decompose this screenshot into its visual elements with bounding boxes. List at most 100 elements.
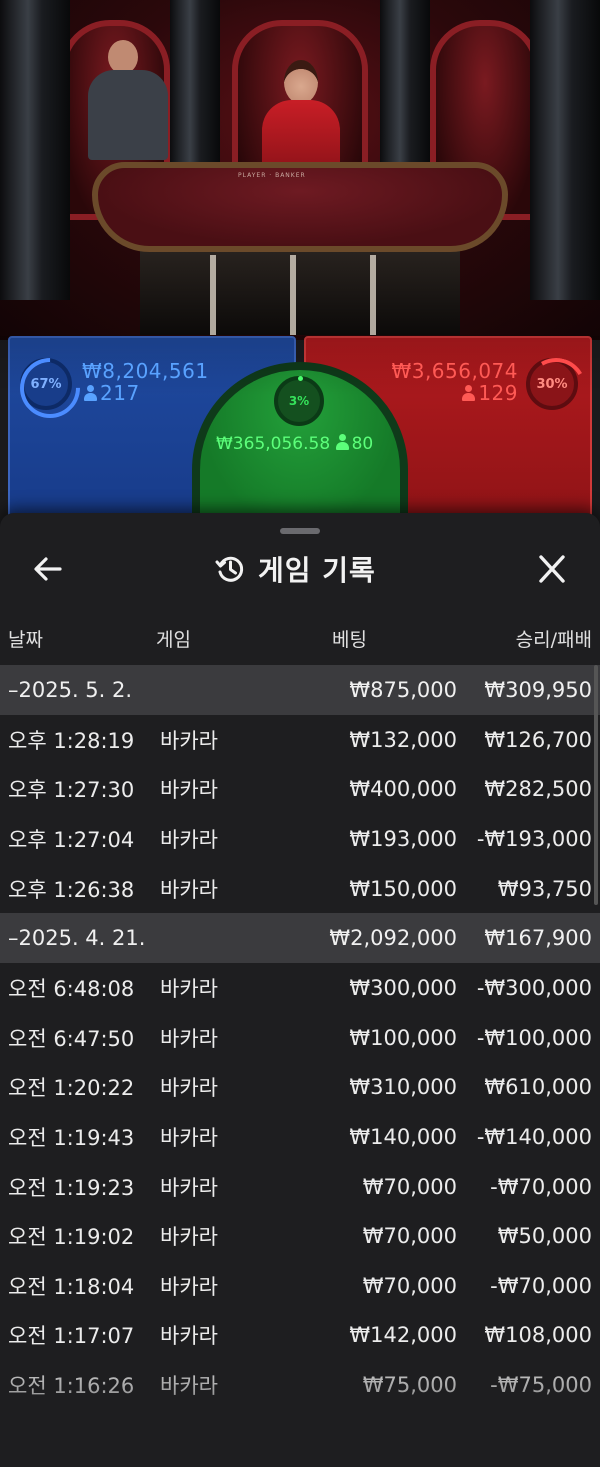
history-row[interactable]: 오전 1:20:22 바카라 ₩310,000 ₩610,000	[0, 1063, 600, 1113]
ring-indicator-dot	[298, 376, 303, 381]
row-game: 바카라	[160, 1175, 218, 1200]
sheet-drag-handle[interactable]	[280, 528, 320, 534]
group-date: –2025. 5. 2.	[8, 678, 133, 702]
row-bet: ₩193,000	[349, 826, 457, 851]
row-time: 오전 1:16:26	[8, 1373, 135, 1398]
arrow-left-icon	[34, 557, 62, 581]
player-bet-amount: ₩8,204,561	[82, 359, 209, 383]
history-row[interactable]: 오후 1:26:38 바카라 ₩150,000 ₩93,750	[0, 864, 600, 914]
person-icon	[462, 385, 476, 401]
row-time: 오전 6:48:08	[8, 977, 135, 1002]
date-group-header[interactable]: –2025. 4. 21. ₩2,092,000 ₩167,900	[0, 913, 600, 964]
row-bet: ₩150,000	[349, 876, 457, 901]
row-win-loss: ₩610,000	[484, 1075, 592, 1100]
banker-count-value: 129	[478, 381, 518, 405]
history-row[interactable]: 오전 6:47:50 바카라 ₩100,000 -₩100,000	[0, 1013, 600, 1063]
group-date: –2025. 4. 21.	[8, 926, 146, 951]
group-win-loss-total: ₩309,950	[484, 678, 592, 702]
game-history-sheet: 게임 기록 날짜 게임 베팅 승리/패배 –2025. 5. 2. ₩875,0…	[0, 513, 600, 1467]
close-button[interactable]	[534, 553, 570, 585]
history-row[interactable]: 오후 1:28:19 바카라 ₩132,000 ₩126,700	[0, 715, 600, 765]
tie-percent-ring: 3%	[274, 376, 324, 426]
banker-percent-ring: 30%	[526, 358, 578, 410]
row-game: 바카라	[160, 728, 218, 753]
row-time: 오후 1:28:19	[8, 728, 135, 753]
row-bet: ₩142,000	[349, 1323, 457, 1348]
row-win-loss: -₩70,000	[490, 1273, 592, 1298]
row-time: 오후 1:27:04	[8, 827, 135, 852]
banker-bet-amount: ₩3,656,074	[391, 359, 518, 383]
scrollbar[interactable]	[594, 665, 598, 905]
date-group-header[interactable]: –2025. 5. 2. ₩875,000 ₩309,950	[0, 665, 600, 715]
row-bet: ₩100,000	[349, 1025, 457, 1050]
row-time: 오전 1:19:02	[8, 1225, 135, 1250]
row-win-loss: -₩300,000	[476, 976, 592, 1001]
row-game: 바카라	[160, 1274, 218, 1299]
row-win-loss: -₩140,000	[476, 1124, 592, 1149]
history-row[interactable]: 오후 1:27:30 바카라 ₩400,000 ₩282,500	[0, 765, 600, 815]
dealer-figure	[262, 56, 340, 175]
row-time: 오전 6:47:50	[8, 1026, 135, 1051]
banker-bettor-count: 129	[462, 382, 518, 404]
betting-area: 67% ₩8,204,561 217 30% ₩3,656,074 129 3%…	[0, 336, 600, 536]
row-win-loss: ₩126,700	[484, 727, 592, 752]
history-row[interactable]: 오후 1:27:04 바카라 ₩193,000 -₩193,000	[0, 814, 600, 864]
banker-percent: 30%	[536, 376, 568, 392]
tie-percent: 3%	[288, 394, 310, 408]
player-bettor-count: 217	[84, 382, 140, 404]
player-percent-ring: 67%	[20, 358, 72, 410]
row-win-loss: -₩193,000	[476, 826, 592, 851]
croupier-figure	[88, 40, 168, 160]
history-row[interactable]: 오전 1:18:04 바카라 ₩70,000 -₩70,000	[0, 1261, 600, 1311]
row-win-loss: ₩93,750	[497, 876, 592, 901]
column-header-bet[interactable]: 베팅	[332, 625, 367, 652]
person-icon	[335, 434, 349, 450]
row-game: 바카라	[160, 778, 218, 803]
row-bet: ₩400,000	[349, 777, 457, 802]
close-icon	[539, 555, 565, 583]
row-bet: ₩310,000	[349, 1075, 457, 1100]
row-time: 오전 1:19:23	[8, 1175, 135, 1200]
group-bet-total: ₩875,000	[349, 678, 457, 702]
sheet-title-group: 게임 기록	[214, 551, 376, 587]
row-bet: ₩300,000	[349, 976, 457, 1001]
column-header-win-loss[interactable]: 승리/패배	[516, 625, 592, 652]
row-time: 오전 1:20:22	[8, 1076, 135, 1101]
history-row[interactable]: 오전 1:17:07 바카라 ₩142,000 ₩108,000	[0, 1311, 600, 1361]
row-game: 바카라	[160, 1324, 218, 1349]
sheet-title: 게임 기록	[258, 554, 376, 587]
person-icon	[84, 385, 97, 401]
row-bet: ₩70,000	[362, 1273, 457, 1298]
history-row[interactable]: 오전 6:48:08 바카라 ₩300,000 -₩300,000	[0, 963, 600, 1013]
column-header-game[interactable]: 게임	[156, 625, 191, 652]
live-video-stream: PLAYER · BANKER	[0, 0, 600, 340]
row-game: 바카라	[160, 1373, 218, 1398]
decor-pillar	[0, 0, 70, 300]
history-row[interactable]: 오전 1:19:02 바카라 ₩70,000 ₩50,000	[0, 1211, 600, 1261]
tie-bet-amount: ₩365,056.58	[216, 434, 331, 454]
row-time: 오후 1:27:30	[8, 778, 135, 803]
table-label: PLAYER · BANKER	[238, 172, 306, 179]
row-time: 오전 1:18:04	[8, 1274, 135, 1299]
history-row[interactable]: 오전 1:19:23 바카라 ₩70,000 -₩70,000	[0, 1162, 600, 1212]
row-time: 오전 1:17:07	[8, 1324, 135, 1349]
history-clock-icon	[215, 556, 244, 582]
player-percent: 67%	[30, 376, 62, 392]
row-win-loss: -₩75,000	[490, 1372, 592, 1397]
row-game: 바카라	[160, 827, 218, 852]
row-win-loss: ₩50,000	[497, 1224, 592, 1249]
row-win-loss: ₩282,500	[484, 777, 592, 802]
back-button[interactable]	[30, 553, 66, 585]
row-win-loss: -₩70,000	[490, 1174, 592, 1199]
player-count-value: 217	[100, 381, 140, 405]
history-row[interactable]: 오전 1:19:43 바카라 ₩140,000 -₩140,000	[0, 1112, 600, 1162]
history-list: –2025. 5. 2. ₩875,000 ₩309,950 오후 1:28:1…	[0, 665, 600, 1410]
row-game: 바카라	[160, 1125, 218, 1150]
tie-count-value: 80	[351, 434, 374, 454]
row-win-loss: ₩108,000	[484, 1323, 592, 1348]
history-row[interactable]: 오전 1:16:26 바카라 ₩75,000 -₩75,000	[0, 1360, 600, 1410]
column-headers: 날짜 게임 베팅 승리/패배	[0, 625, 600, 655]
column-header-date[interactable]: 날짜	[8, 625, 43, 652]
row-bet: ₩132,000	[349, 727, 457, 752]
row-game: 바카라	[160, 977, 218, 1002]
